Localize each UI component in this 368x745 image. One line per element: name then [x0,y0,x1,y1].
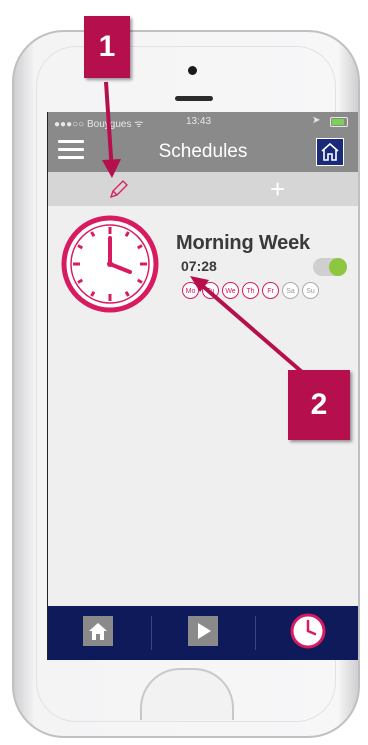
home-icon [83,615,113,651]
battery-icon [330,117,348,127]
schedule-enable-toggle[interactable] [313,258,347,276]
day-monday: Mo [182,282,199,299]
tab-bar [48,606,358,660]
tab-divider [255,616,256,650]
plus-icon[interactable]: + [270,176,285,202]
schedule-time: 07:28 [181,258,217,274]
status-time: 13:43 [186,116,212,127]
tab-schedules[interactable] [258,606,358,660]
schedule-item[interactable]: Morning Week 07:28 Mo Tu We Th Fr Sa Su [48,206,358,313]
schedule-toolbar: + [48,172,358,206]
tab-home[interactable] [48,606,148,660]
clock-icon [290,613,326,654]
location-icon: ➤ [312,115,321,126]
home-icon[interactable] [316,138,344,166]
weekday-list: Mo Tu We Th Fr Sa Su [182,282,322,299]
page-title: Schedules [158,141,248,162]
callout-1: 1 [84,16,130,78]
day-thursday: Th [242,282,259,299]
tab-divider [151,616,152,650]
earpiece-speaker [175,96,213,101]
callout-2: 2 [288,370,350,440]
day-wednesday: We [222,282,239,299]
nav-bar: Schedules [48,132,358,172]
schedule-name: Morning Week [176,232,310,254]
play-icon [188,615,218,651]
day-sunday: Su [302,282,319,299]
clock-icon [60,214,160,319]
day-saturday: Sa [282,282,299,299]
front-camera [188,66,197,75]
day-friday: Fr [262,282,279,299]
status-bar: ●●●○○ Bouygues ᯤ 13:43 ➤ [48,112,358,132]
tab-scenes[interactable] [153,606,253,660]
carrier-label: ●●●○○ Bouygues ᯤ [54,119,144,130]
pencil-icon[interactable] [108,178,130,205]
day-tuesday: Tu [202,282,219,299]
